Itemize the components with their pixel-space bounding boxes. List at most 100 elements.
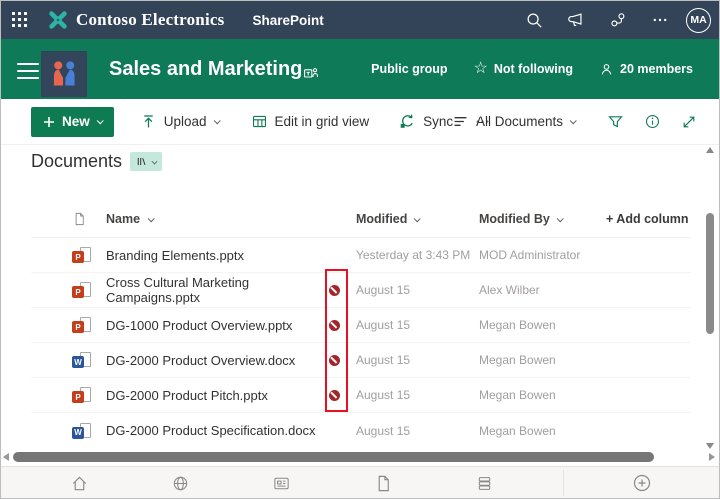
brand-name: Contoso Electronics <box>76 10 225 29</box>
brand-home-link[interactable]: Contoso Electronics <box>47 9 224 31</box>
upload-icon <box>144 115 153 128</box>
members-button[interactable]: 20 members <box>599 62 693 77</box>
file-type-column-icon <box>75 212 84 226</box>
account-avatar[interactable]: MA <box>686 7 711 33</box>
details-info-button[interactable] <box>640 107 665 136</box>
document-list: Name Modified Modified By + Add column P… <box>31 201 691 448</box>
documents-button[interactable] <box>369 469 397 497</box>
powerpoint-file-icon: P <box>72 282 91 298</box>
globe-icon <box>174 476 188 490</box>
home-icon <box>73 476 87 490</box>
scroll-up-arrow[interactable] <box>706 147 714 153</box>
modified-date: August 15 <box>356 423 411 438</box>
vertical-scroll-thumb[interactable] <box>706 213 714 334</box>
view-selector[interactable]: All Documents <box>448 107 579 136</box>
modified-by: Megan Bowen <box>479 318 556 332</box>
megaphone-icon <box>568 13 582 26</box>
chevron-down-icon <box>213 117 221 125</box>
edit-grid-view-button[interactable]: Edit in grid view <box>247 107 374 136</box>
sharepoint-window: Contoso Electronics SharePoint MA Sales … <box>0 0 720 499</box>
horizontal-scrollbar[interactable] <box>1 450 719 464</box>
sites-button[interactable] <box>167 469 195 497</box>
file-name: DG-1000 Product Overview.pptx <box>106 317 293 333</box>
waffle-icon <box>12 12 28 28</box>
library-title: Documents <box>31 151 123 171</box>
modified-date: August 15 <box>356 388 411 402</box>
table-row[interactable]: W DG-2000 Product Overview.docx August 1… <box>31 343 691 378</box>
powerpoint-file-icon: P <box>72 387 91 403</box>
ellipsis-icon <box>653 18 667 22</box>
word-file-icon: W <box>72 352 91 368</box>
star-icon: ☆ <box>473 60 488 77</box>
site-header: Sales and Marketing Public group ☆ Not f… <box>1 39 719 99</box>
library-stack-icon <box>478 476 491 490</box>
modified-date: August 15 <box>356 283 411 297</box>
column-header-name[interactable]: Name <box>106 212 319 226</box>
table-header-row: Name Modified Modified By + Add column <box>31 201 691 238</box>
modified-date: Yesterday at 3:43 PM <box>356 248 471 262</box>
chevron-down-icon <box>569 117 577 125</box>
modified-by: Megan Bowen <box>479 353 556 367</box>
plus-icon <box>44 116 54 127</box>
follow-button[interactable]: ☆ Not following <box>474 61 574 77</box>
info-icon <box>645 114 660 129</box>
page-icon <box>378 475 389 491</box>
blocked-icon <box>328 284 340 296</box>
people-logo-icon <box>53 61 75 86</box>
grid-icon <box>252 115 266 128</box>
create-button[interactable] <box>628 469 656 497</box>
list-lines-icon <box>454 116 467 127</box>
app-launcher-button[interactable] <box>1 1 39 39</box>
column-header-modified[interactable]: Modified <box>349 212 472 226</box>
file-name: Cross Cultural Marketing Campaigns.pptx <box>106 275 250 305</box>
command-bar: New Upload Edit in grid view Sync All Do… <box>1 99 719 145</box>
column-header-modified-by[interactable]: Modified By <box>472 212 599 226</box>
table-row[interactable]: P DG-1000 Product Overview.pptx August 1… <box>31 308 691 343</box>
chevron-down-icon <box>414 214 422 222</box>
contoso-logo-icon <box>47 9 69 31</box>
new-button[interactable]: New <box>31 106 114 137</box>
modified-by: Megan Bowen <box>479 423 556 438</box>
filter-funnel-icon <box>608 116 623 128</box>
modified-by: Megan Bowen <box>479 388 556 402</box>
scroll-down-arrow[interactable] <box>706 443 714 449</box>
file-name: DG-2000 Product Pitch.pptx <box>106 387 268 403</box>
privacy-label: Public group <box>371 62 448 76</box>
vertical-scrollbar[interactable] <box>704 147 716 449</box>
word-file-icon: W <box>72 422 91 439</box>
search-button[interactable] <box>518 4 550 36</box>
announcements-button[interactable] <box>560 4 592 36</box>
horizontal-scroll-thumb[interactable] <box>13 452 654 462</box>
expand-icon <box>683 116 695 127</box>
share-icon <box>611 13 625 27</box>
file-name: DG-2000 Product Overview.docx <box>106 352 296 368</box>
scroll-right-arrow[interactable] <box>709 453 715 461</box>
blocked-icon <box>328 319 340 331</box>
view-style-badge[interactable] <box>130 152 163 171</box>
nav-menu-button[interactable] <box>17 63 39 79</box>
powerpoint-file-icon: P <box>72 317 91 333</box>
table-row[interactable]: P DG-2000 Product Pitch.pptx August 15 M… <box>31 378 691 413</box>
office-top-bar: Contoso Electronics SharePoint MA <box>1 1 719 39</box>
chevron-down-icon <box>96 117 104 125</box>
fullscreen-button[interactable] <box>677 108 701 136</box>
blocked-icon <box>328 389 340 401</box>
plus-circle-icon <box>633 474 650 492</box>
table-row[interactable]: P Cross Cultural Marketing Campaigns.ppt… <box>31 273 691 308</box>
chevron-down-icon <box>151 158 158 165</box>
filter-button[interactable] <box>603 107 628 136</box>
sharepoint-home-link[interactable]: SharePoint <box>252 13 323 28</box>
table-row[interactable]: P Branding Elements.pptx Yesterday at 3:… <box>31 238 691 273</box>
home-button[interactable] <box>66 469 94 497</box>
site-logo[interactable] <box>41 51 87 97</box>
add-column-button[interactable]: + Add column <box>599 212 691 226</box>
teams-icon <box>303 65 319 81</box>
table-row[interactable]: W DG-2000 Product Specification.docx Aug… <box>31 413 691 448</box>
library-button[interactable] <box>470 469 498 497</box>
site-title[interactable]: Sales and Marketing <box>109 58 302 81</box>
connections-button[interactable] <box>602 4 634 36</box>
news-button[interactable] <box>268 469 296 497</box>
more-options-button[interactable] <box>644 4 676 36</box>
scroll-left-arrow[interactable] <box>3 453 9 461</box>
upload-button[interactable]: Upload <box>136 107 223 136</box>
